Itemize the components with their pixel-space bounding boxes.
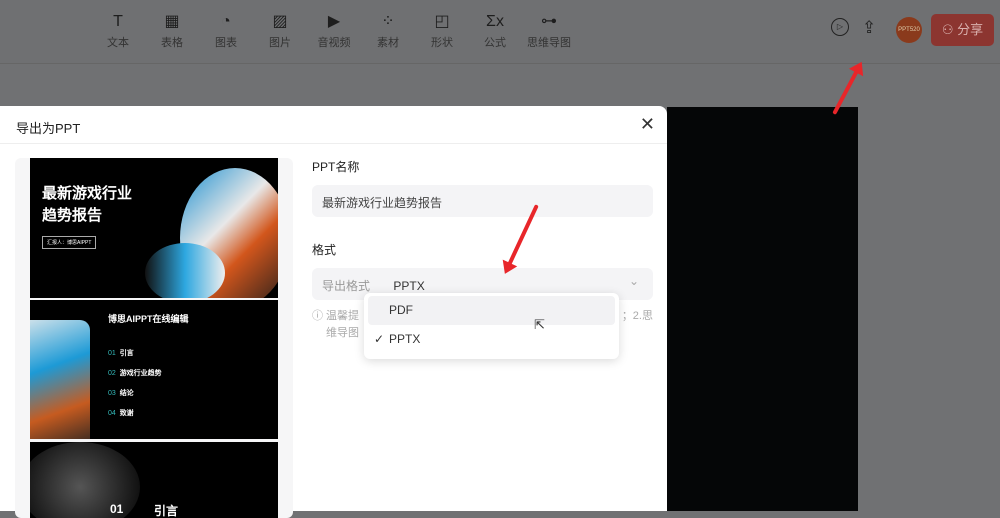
assets-icon: ⁘: [381, 13, 395, 30]
tool-image[interactable]: ▨ 图片: [250, 12, 310, 50]
dialog-title: 导出为PPT: [16, 121, 81, 136]
text-icon: T: [113, 13, 123, 30]
close-icon[interactable]: ✕: [640, 114, 655, 135]
option-pptx[interactable]: ✓ PPTX: [368, 325, 615, 354]
canvas-slide: [667, 107, 858, 511]
preview-slide-3: 01 引言: [30, 442, 278, 518]
chart-icon: ◔: [221, 13, 231, 30]
format-dropdown: PDF ✓ PPTX ⇱: [364, 293, 619, 359]
share-button[interactable]: ⚇ 分享: [931, 14, 994, 46]
tool-label: 素材: [377, 37, 399, 49]
format-prefix: 导出格式: [322, 279, 371, 293]
tool-label: 文本: [107, 37, 129, 49]
format-label: 格式: [312, 243, 337, 257]
mindmap-icon: ⊶: [541, 13, 557, 30]
tool-mindmap[interactable]: ⊶ 思维导图: [519, 12, 579, 50]
slide-preview[interactable]: 最新游戏行业 趋势报告 汇报人：博思AIPPT 博思AIPPT在线编辑 01 引…: [15, 158, 293, 518]
tool-shape[interactable]: ◰ 形状: [412, 12, 472, 50]
name-label: PPT名称: [312, 160, 360, 174]
tool-label: 音视频: [317, 37, 351, 49]
tool-media[interactable]: ▶ 音视频: [304, 12, 364, 50]
ppt-name-input[interactable]: 最新游戏行业趋势报告: [312, 185, 653, 217]
avatar[interactable]: PPT520: [896, 17, 922, 43]
tool-label: 形状: [431, 37, 453, 49]
slide-title: 最新游戏行业: [42, 185, 133, 202]
tool-label: 图表: [215, 37, 237, 49]
shape-icon: ◰: [434, 13, 450, 30]
video-icon: ▶: [327, 13, 341, 30]
chevron-down-icon: ⌄: [628, 274, 639, 288]
tool-assets[interactable]: ⁘ 素材: [358, 12, 418, 50]
tool-formula[interactable]: Σx 公式: [465, 12, 525, 50]
play-icon[interactable]: ▷: [831, 18, 849, 36]
tool-table[interactable]: ▦ 表格: [142, 12, 202, 50]
format-value: PPTX: [393, 279, 425, 293]
tool-text[interactable]: T 文本: [88, 12, 148, 50]
check-icon: ✓: [374, 332, 385, 346]
table-icon: ▦: [164, 13, 180, 30]
tool-label: 图片: [269, 37, 291, 49]
tool-label: 公式: [484, 37, 506, 49]
top-toolbar: T 文本 ▦ 表格 ◔ 图表 ▨ 图片 ▶ 音视频 ⁘ 素材 ◰ 形状 Σx 公式 ⊶ 思维导图 …: [0, 0, 1000, 64]
preview-slide-2: 博思AIPPT在线编辑 01 引言 02 游戏行业趋势 03 结论 04 致谢: [30, 300, 278, 439]
image-icon: ▨: [272, 13, 288, 30]
slide-title: 博思AIPPT在线编辑: [108, 314, 189, 324]
export-icon[interactable]: ⇪: [862, 18, 876, 38]
slide-presenter: 汇报人：博思AIPPT: [42, 236, 97, 249]
formula-icon: Σx: [486, 13, 504, 30]
dialog-header: 导出为PPT ✕: [0, 106, 667, 144]
slide-title: 趋势报告: [42, 207, 103, 224]
option-pdf[interactable]: PDF: [368, 296, 615, 325]
mouse-cursor-icon: ⇱: [534, 317, 545, 332]
preview-slide-1: 最新游戏行业 趋势报告 汇报人：博思AIPPT: [30, 158, 278, 298]
tool-label: 表格: [161, 37, 183, 49]
tool-chart[interactable]: ◔ 图表: [196, 12, 256, 50]
tool-label: 思维导图: [527, 37, 571, 49]
